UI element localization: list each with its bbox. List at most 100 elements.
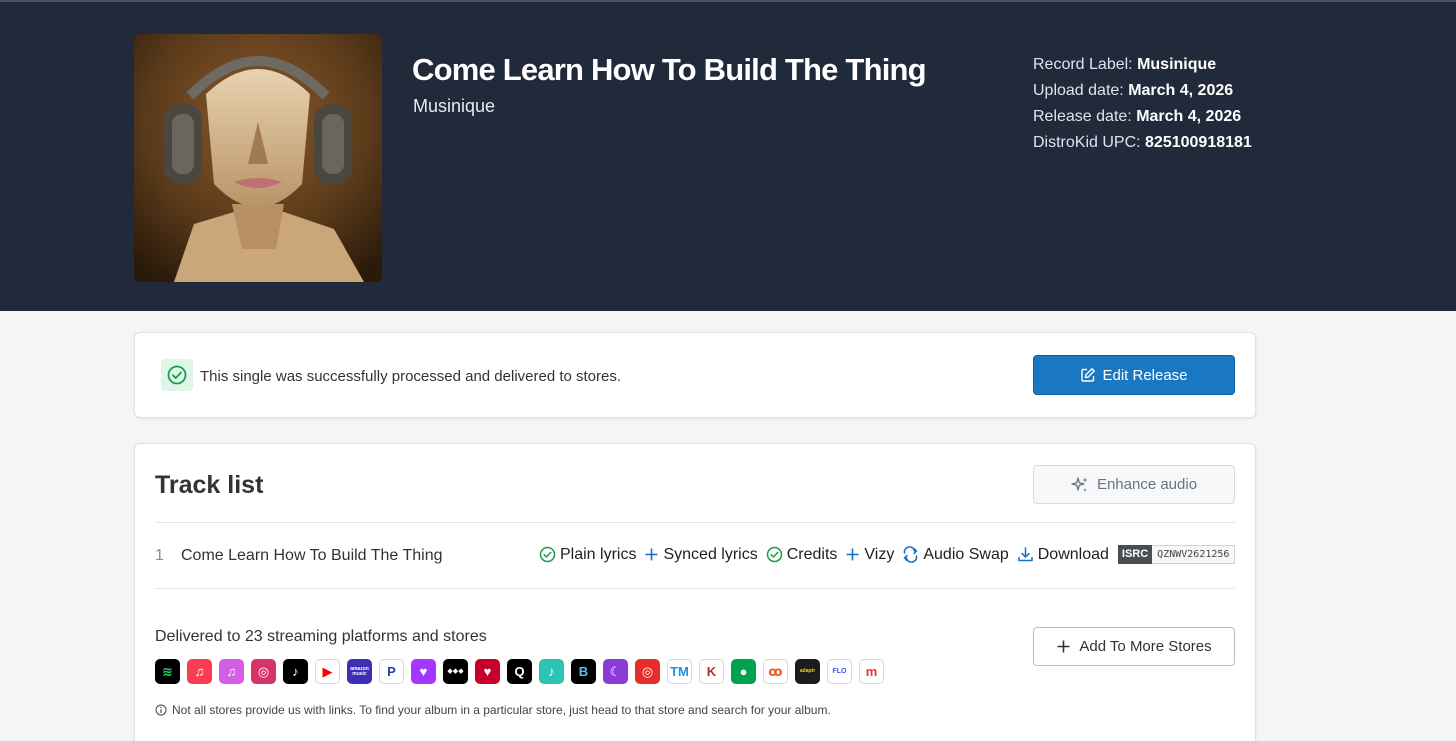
itunes-icon[interactable]: ♫	[219, 659, 244, 684]
artist-name: Musinique	[413, 96, 496, 116]
check-circle-icon	[539, 546, 556, 563]
record-label-key: Record Label:	[1033, 56, 1133, 73]
jiosaavn-icon[interactable]: ♪	[539, 659, 564, 684]
delivered-stores-text: Delivered to 23 streaming platforms and …	[155, 628, 487, 645]
info-icon	[155, 704, 167, 716]
itunes-icon-glyph: ♫	[226, 664, 237, 679]
upload-date-value: March 4, 2026	[1128, 82, 1234, 99]
download-label: Download	[1037, 545, 1109, 563]
boomplay-icon-glyph: B	[578, 664, 589, 679]
release-date-row: Release date: March 4, 2026	[1033, 104, 1252, 130]
pandora-icon[interactable]: P	[379, 659, 404, 684]
audiomack-icon-glyph: ꝏ	[768, 664, 783, 679]
release-metadata: Record Label: Musinique Upload date: Mar…	[1033, 52, 1252, 156]
adaptr-icon-glyph: adaptr	[799, 668, 816, 674]
boomplay-icon[interactable]: B	[571, 659, 596, 684]
joox-icon-glyph: ●	[739, 664, 748, 679]
audio-swap-link[interactable]: Audio Swap	[902, 545, 1009, 564]
stores-note: Not all stores provide us with links. To…	[155, 703, 831, 717]
synced-lyrics-link[interactable]: Synced lyrics	[644, 545, 758, 564]
download-link[interactable]: Download	[1017, 546, 1109, 564]
download-icon	[1017, 547, 1033, 562]
swap-arrows-icon	[904, 546, 918, 563]
store-icons-row: ≋ ♫ ♫ ◎ ♪ ▶ amazon music P ♥ ◆◆◆ ♥ Q ♪ B ☾ ◎ TM K ● ꝏ adaptr…	[155, 659, 884, 684]
isrc-label: ISRC	[1117, 545, 1153, 564]
credits-link[interactable]: Credits	[766, 545, 838, 564]
stores-note-text: Not all stores provide us with links. To…	[172, 703, 831, 717]
album-cover-image	[134, 34, 382, 282]
pandora-icon-glyph: P	[387, 664, 396, 679]
enhance-audio-label: Enhance audio	[1096, 476, 1198, 493]
track-list-heading: Track list	[155, 471, 264, 499]
release-title: Come Learn How To Build The Thing	[412, 52, 927, 87]
instagram-icon[interactable]: ◎	[251, 659, 276, 684]
vizy-link[interactable]: Vizy	[845, 546, 894, 564]
edit-release-button[interactable]: Edit Release	[1033, 355, 1235, 395]
sparkles-icon	[1071, 476, 1088, 492]
amazon-music-icon-glyph: amazon music	[350, 665, 369, 677]
isrc-badge[interactable]: ISRC QZNWV2621256	[1117, 545, 1236, 564]
add-to-more-stores-button[interactable]: Add To More Stores	[1033, 627, 1235, 666]
track-actions: Plain lyrics Synced lyrics Credits Vizy	[539, 545, 1236, 564]
add-to-more-stores-label: Add To More Stores	[1079, 638, 1212, 655]
synced-lyrics-label: Synced lyrics	[663, 545, 758, 563]
netease-icon-glyph: ◎	[641, 664, 654, 679]
kkbox-icon-glyph: K	[706, 664, 717, 679]
record-label-value: Musinique	[1137, 56, 1217, 73]
spotify-icon[interactable]: ≋	[155, 659, 180, 684]
flo-icon[interactable]: FLO	[827, 659, 852, 684]
tidal-icon-glyph: ◆◆◆	[447, 668, 464, 675]
iheartradio-icon-glyph: ♥	[483, 664, 492, 679]
apple-music-icon[interactable]: ♫	[187, 659, 212, 684]
melon-icon[interactable]: m	[859, 659, 884, 684]
adaptr-icon[interactable]: adaptr	[795, 659, 820, 684]
plus-icon	[645, 548, 658, 561]
check-circle-icon	[766, 546, 782, 563]
upc-row: DistroKid UPC: 825100918181	[1033, 130, 1252, 156]
audio-swap-label: Audio Swap	[923, 545, 1009, 563]
plain-lyrics-label: Plain lyrics	[560, 545, 637, 563]
credits-label: Credits	[786, 545, 838, 563]
qobuz-icon[interactable]: Q	[507, 659, 532, 684]
tencent-icon-glyph: TM	[670, 664, 689, 679]
deezer-icon[interactable]: ♥	[411, 659, 436, 684]
track-list-card: Track list Enhance audio 1 Come Learn Ho…	[134, 443, 1256, 741]
delivery-status-card: This single was successfully processed a…	[134, 332, 1256, 418]
check-circle-icon	[167, 365, 187, 385]
vizy-label: Vizy	[864, 545, 895, 563]
upc-key: DistroKid UPC:	[1033, 134, 1141, 151]
audiomack-icon[interactable]: ꝏ	[763, 659, 788, 684]
tiktok-icon[interactable]: ♪	[283, 659, 308, 684]
flo-icon-glyph: FLO	[832, 668, 847, 675]
success-badge	[161, 359, 193, 391]
tiktok-icon-glyph: ♪	[292, 664, 299, 679]
youtube-music-icon-glyph: ▶	[322, 664, 333, 679]
release-date-key: Release date:	[1033, 108, 1132, 125]
spotify-icon-glyph: ≋	[162, 664, 173, 679]
status-message: This single was successfully processed a…	[200, 368, 622, 385]
upc-value: 825100918181	[1145, 134, 1252, 151]
instagram-icon-glyph: ◎	[257, 664, 270, 679]
plain-lyrics-link[interactable]: Plain lyrics	[539, 546, 636, 564]
track-title[interactable]: Come Learn How To Build The Thing	[181, 547, 442, 565]
edit-release-label: Edit Release	[1102, 366, 1188, 384]
album-cover-art	[134, 34, 382, 282]
record-label-row: Record Label: Musinique	[1033, 52, 1252, 78]
enhance-audio-button[interactable]: Enhance audio	[1033, 465, 1235, 504]
tencent-icon[interactable]: TM	[667, 659, 692, 684]
deezer-icon-glyph: ♥	[419, 664, 428, 679]
youtube-music-icon[interactable]: ▶	[315, 659, 340, 684]
amazon-music-icon[interactable]: amazon music	[347, 659, 372, 684]
divider	[155, 522, 1235, 523]
plus-icon	[1057, 640, 1070, 653]
tidal-icon[interactable]: ◆◆◆	[443, 659, 468, 684]
joox-icon[interactable]: ●	[731, 659, 756, 684]
anghami-icon[interactable]: ☾	[603, 659, 628, 684]
edit-icon	[1081, 368, 1096, 382]
netease-icon[interactable]: ◎	[635, 659, 660, 684]
qobuz-icon-glyph: Q	[514, 664, 525, 679]
kkbox-icon[interactable]: K	[699, 659, 724, 684]
release-date-value: March 4, 2026	[1136, 108, 1242, 125]
apple-music-icon-glyph: ♫	[194, 664, 205, 679]
iheartradio-icon[interactable]: ♥	[475, 659, 500, 684]
